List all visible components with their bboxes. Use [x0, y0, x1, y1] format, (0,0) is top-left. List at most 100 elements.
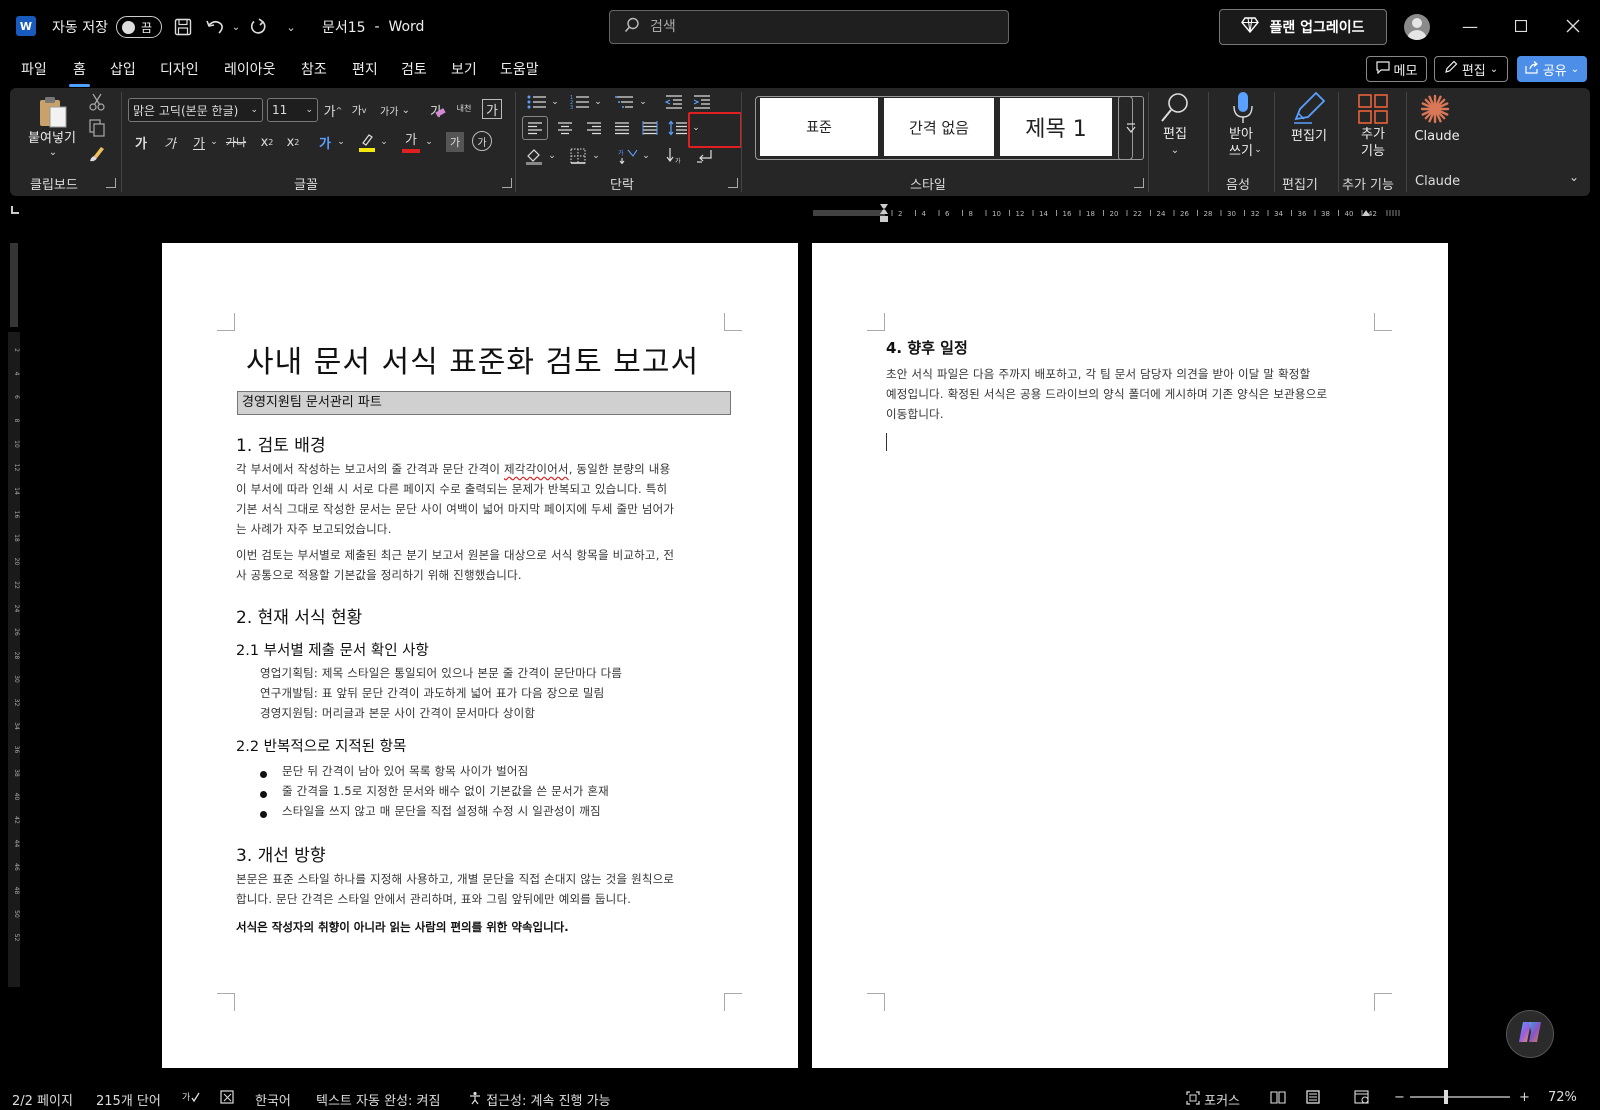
tab-review[interactable]: 검토 [401, 59, 427, 83]
paste-label[interactable]: 붙여넣기 [28, 130, 76, 147]
dictate-dropdown-icon[interactable]: ⌄ [1252, 144, 1264, 156]
style-heading-1[interactable]: 제목 1 [1000, 98, 1112, 156]
styles-dialog-launcher[interactable] [1134, 178, 1144, 188]
comments-button[interactable]: 메모 [1366, 56, 1427, 82]
line-spacing-icon[interactable] [666, 116, 690, 140]
document-page-2[interactable]: 4. 향후 일정 초안 서식 파일은 다음 주까지 배포하고, 각 팀 문서 담… [812, 243, 1448, 1068]
find-icon[interactable] [1156, 90, 1194, 126]
accessibility-status[interactable]: 접근성: 계속 진행 가능 [468, 1090, 611, 1109]
bold-icon[interactable]: 가 [130, 132, 152, 152]
paste-icon[interactable] [36, 94, 70, 130]
paragraph-dialog-launcher[interactable] [728, 178, 738, 188]
align-left-icon[interactable] [522, 116, 548, 140]
change-case-icon[interactable]: 가가 ⌄ [378, 100, 412, 120]
editor-pen-icon[interactable] [1290, 90, 1328, 126]
zoom-in-icon[interactable]: + [1519, 1090, 1530, 1105]
save-icon[interactable] [171, 15, 195, 39]
cut-icon[interactable] [86, 92, 108, 112]
editing-label[interactable]: 편집 [1150, 126, 1200, 143]
style-normal[interactable]: 표준 [760, 98, 878, 156]
font-color-icon[interactable]: 가 [400, 128, 422, 154]
upgrade-plan-button[interactable]: 플랜 업그레이드 [1219, 9, 1387, 45]
style-no-spacing[interactable]: 간격 없음 [884, 98, 994, 156]
grow-font-icon[interactable]: 가 ^ [322, 100, 344, 120]
tab-references[interactable]: 참조 [301, 59, 327, 83]
tab-design[interactable]: 디자인 [160, 59, 199, 83]
character-shading-icon[interactable]: 가 [446, 132, 464, 152]
paste-dropdown-icon[interactable]: ⌄ [46, 146, 60, 158]
account-avatar-icon[interactable] [1404, 14, 1430, 40]
print-layout-icon[interactable] [1306, 1090, 1320, 1108]
increase-indent-icon[interactable] [690, 92, 714, 112]
tab-mailings[interactable]: 편지 [352, 59, 378, 83]
tab-view[interactable]: 보기 [451, 59, 477, 83]
italic-icon[interactable]: 가 [159, 132, 181, 152]
multilevel-list-icon[interactable] [612, 92, 638, 112]
bullets-icon[interactable] [524, 92, 550, 112]
show-formatting-icon[interactable] [692, 144, 716, 168]
close-icon[interactable] [1559, 12, 1587, 40]
bullets-dropdown-icon[interactable]: ⌄ [549, 92, 561, 112]
align-right-icon[interactable] [582, 116, 606, 140]
shading-icon[interactable] [522, 144, 546, 168]
clipboard-dialog-launcher[interactable] [106, 178, 116, 188]
tab-help[interactable]: 도움말 [500, 59, 539, 83]
collapse-ribbon-icon[interactable]: ⌄ [1566, 170, 1582, 184]
maximize-icon[interactable] [1507, 12, 1535, 40]
decrease-indent-icon[interactable] [662, 92, 686, 112]
copilot-button[interactable] [1506, 1010, 1554, 1058]
document-page-1[interactable]: 사내 문서 서식 표준화 검토 보고서 경영지원팀 문서관리 파트 1. 검토 … [162, 243, 798, 1068]
underline-dropdown-icon[interactable]: ⌄ [208, 132, 220, 152]
customize-qat-icon[interactable]: ⌄ [279, 15, 303, 39]
editing-dropdown-icon[interactable]: ⌄ [1168, 144, 1182, 156]
horizontal-ruler[interactable]: 2 4 6 8 10 12 14 16 18 20 22 24 26 28 30 32 34 36 38 40 42 [812, 202, 1452, 224]
web-layout-icon[interactable] [1354, 1090, 1370, 1108]
redo-icon[interactable] [246, 15, 270, 39]
search-box[interactable] [609, 10, 1009, 44]
shrink-font-icon[interactable]: 가v [348, 100, 370, 120]
underline-icon[interactable]: 가 [188, 132, 210, 152]
asian-layout-icon[interactable]: 가 [662, 144, 686, 168]
vertical-ruler[interactable]: 2468101214161820222426283032343638404244… [6, 242, 22, 990]
minimize-icon[interactable]: — [1456, 12, 1484, 40]
font-size-combo[interactable]: 11 ⌄ [267, 98, 318, 122]
search-input[interactable] [650, 19, 990, 35]
claude-label[interactable]: Claude [1412, 128, 1462, 145]
proofing-icon[interactable]: 가 [182, 1090, 200, 1108]
text-effects-dropdown-icon[interactable]: ⌄ [335, 132, 347, 152]
borders-dropdown-icon[interactable]: ⌄ [590, 144, 602, 168]
page-count[interactable]: 2/2 페이지 [12, 1090, 73, 1109]
sort-dropdown-icon[interactable]: ⌄ [640, 144, 652, 168]
undo-dropdown-icon[interactable]: ⌄ [224, 15, 248, 39]
zoom-slider-thumb[interactable] [1444, 1090, 1448, 1104]
numbering-dropdown-icon[interactable]: ⌄ [592, 92, 604, 112]
sort-icon[interactable]: 가 [616, 144, 640, 168]
tab-selector[interactable] [11, 206, 19, 214]
text-predictions-icon[interactable] [220, 1090, 236, 1108]
add-ins-grid-icon[interactable] [1356, 92, 1390, 126]
add-ins-label[interactable]: 추가 기능 [1348, 126, 1398, 160]
tab-file[interactable]: 파일 [21, 59, 47, 83]
strikethrough-icon[interactable]: 가나 [222, 132, 250, 152]
superscript-icon[interactable]: x2 [282, 132, 304, 152]
tab-layout[interactable]: 레이아웃 [224, 59, 276, 83]
styles-more-icon[interactable] [1118, 96, 1144, 160]
justify-icon[interactable] [610, 116, 634, 140]
text-effects-icon[interactable]: 가 [314, 132, 336, 152]
focus-mode-button[interactable]: 포커스 [1186, 1090, 1240, 1109]
copy-icon[interactable] [86, 118, 108, 138]
dictate-microphone-icon[interactable] [1228, 90, 1258, 126]
align-center-icon[interactable] [553, 116, 577, 140]
clear-formatting-icon[interactable]: 가 [426, 100, 446, 120]
numbering-icon[interactable]: 123 [567, 92, 593, 112]
format-painter-icon[interactable] [86, 144, 108, 164]
zoom-level[interactable]: 72% [1548, 1090, 1577, 1105]
subscript-icon[interactable]: x2 [256, 132, 278, 152]
claude-icon[interactable] [1418, 92, 1452, 126]
share-button[interactable]: 공유 ⌄ [1517, 56, 1587, 82]
autosave-toggle[interactable]: 끔 [116, 16, 162, 38]
tab-insert[interactable]: 삽입 [110, 59, 136, 83]
highlight-dropdown-icon[interactable]: ⌄ [378, 132, 390, 152]
autocomplete-status[interactable]: 텍스트 자동 완성: 켜짐 [316, 1090, 440, 1109]
multilevel-dropdown-icon[interactable]: ⌄ [637, 92, 649, 112]
